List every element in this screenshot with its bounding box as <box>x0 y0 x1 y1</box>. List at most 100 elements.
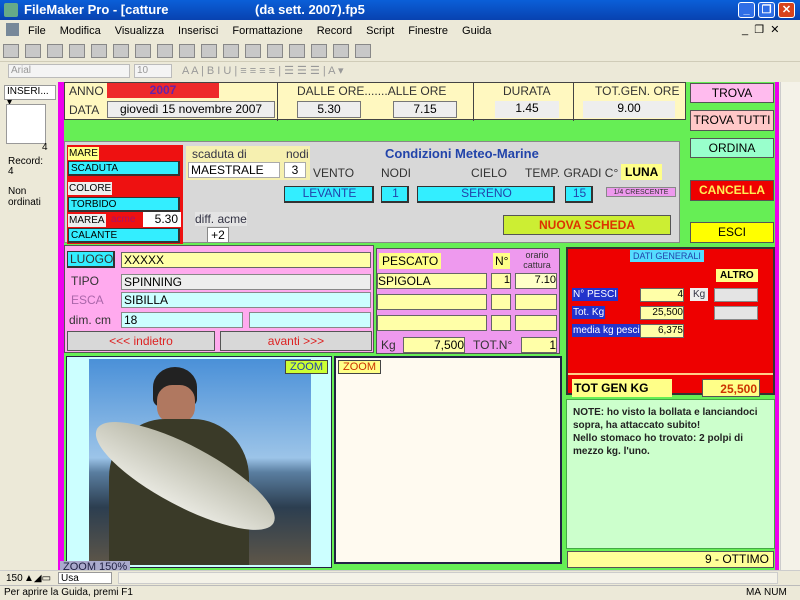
import-icon[interactable] <box>267 44 283 58</box>
menu-file[interactable]: File <box>28 25 46 37</box>
mare-field[interactable]: SCADUTA <box>68 161 180 176</box>
luna-field[interactable]: 1/4 CRESCENTE <box>606 187 676 197</box>
vertical-scrollbar[interactable] <box>780 82 800 570</box>
scaduta-box: scaduta di nodi MAESTRALE 3 <box>186 146 310 180</box>
esca-field[interactable]: SIBILLA <box>121 292 371 308</box>
n-field[interactable] <box>491 294 511 310</box>
copy-icon[interactable] <box>113 44 129 58</box>
esca-label: ESCA <box>71 293 104 307</box>
fish-photo[interactable] <box>89 359 311 565</box>
script-icon[interactable] <box>333 44 349 58</box>
scaduta-field[interactable]: MAESTRALE <box>188 162 280 178</box>
npesci-field[interactable]: 4 <box>640 288 684 302</box>
diff-acme-field[interactable]: +2 <box>207 227 229 243</box>
dalle-alle-label: DALLE ORE.......ALLE ORE <box>297 84 447 98</box>
menu-finestre[interactable]: Finestre <box>408 25 448 37</box>
totgen-field[interactable]: 25,500 <box>702 379 760 397</box>
media-field[interactable]: 6,375 <box>640 324 684 338</box>
font-select[interactable]: Arial <box>8 64 130 78</box>
new-icon[interactable] <box>3 44 19 58</box>
altro-field[interactable] <box>714 306 758 320</box>
nodi2-field[interactable]: 1 <box>381 186 409 203</box>
specie-field[interactable]: SPIGOLA <box>377 273 487 289</box>
data-field[interactable]: giovedì 15 novembre 2007 <box>107 101 275 118</box>
cut-icon[interactable] <box>91 44 107 58</box>
minimize-button[interactable]: _ <box>738 2 755 18</box>
close-button[interactable]: ✕ <box>778 2 795 18</box>
trova-tutti-button[interactable]: TROVA TUTTI <box>690 110 774 131</box>
nodi-field[interactable]: 3 <box>284 162 306 178</box>
menu-visualizza[interactable]: Visualizza <box>115 25 164 37</box>
size-select[interactable]: 10 <box>134 64 172 78</box>
temp-field[interactable]: 15 <box>565 186 593 203</box>
toolbar <box>0 40 800 62</box>
orario-field[interactable]: 7.10 <box>515 273 557 289</box>
dim-field[interactable]: 18 <box>121 312 243 328</box>
paste-icon[interactable] <box>135 44 151 58</box>
mare-box: MARE SCADUTA COLORE TORBIDO MAREA acme 5… <box>67 145 183 244</box>
trova-button[interactable]: TROVA <box>690 83 774 103</box>
export2-icon[interactable] <box>311 44 327 58</box>
nuova-scheda-button[interactable]: NUOVA SCHEDA <box>503 215 671 235</box>
mdi-controls[interactable]: _ ❐ ✕ <box>742 20 779 40</box>
altro-kg-field[interactable] <box>714 288 758 302</box>
orario-field[interactable] <box>515 315 557 331</box>
note-text[interactable]: NOTE: ho visto la bollata e lanciandoci … <box>573 406 771 458</box>
durata-field[interactable]: 1.45 <box>495 101 559 118</box>
cielo-field[interactable]: SERENO <box>417 186 555 203</box>
zoom-icons[interactable]: ▲◢▭ <box>24 573 51 584</box>
find-icon[interactable] <box>201 44 217 58</box>
menu-record[interactable]: Record <box>317 25 352 37</box>
anno-field[interactable]: 2007 <box>107 83 219 98</box>
luna-label: LUNA <box>621 164 663 180</box>
dalle-field[interactable]: 5.30 <box>297 101 361 118</box>
export-icon[interactable] <box>289 44 305 58</box>
menu-formattazione[interactable]: Formattazione <box>232 25 302 37</box>
specie-field[interactable] <box>377 294 487 310</box>
kg-field[interactable]: 7,500 <box>403 337 465 353</box>
zoom2-button[interactable]: ZOOM <box>338 360 381 374</box>
colore-field[interactable]: TORBIDO <box>68 197 180 212</box>
acme-field[interactable]: 5.30 <box>143 212 181 227</box>
avanti-button[interactable]: avanti >>> <box>220 331 372 351</box>
menu-guida[interactable]: Guida <box>462 25 491 37</box>
print-icon[interactable] <box>47 44 63 58</box>
sort-icon[interactable] <box>245 44 261 58</box>
pescato-panel: PESCATO N° orario cattura SPIGOLA 1 7.10… <box>376 248 560 354</box>
menu-script[interactable]: Script <box>366 25 394 37</box>
specie-field[interactable] <box>377 315 487 331</box>
vento-field[interactable]: LEVANTE <box>284 186 374 203</box>
esci-button[interactable]: ESCI <box>690 222 774 243</box>
alle-field[interactable]: 7.15 <box>393 101 457 118</box>
totn-field[interactable]: 1 <box>521 337 557 353</box>
rating-field[interactable]: 9 - OTTIMO <box>567 551 774 568</box>
tipo-field[interactable]: SPINNING <box>121 274 371 290</box>
tot-ore-field[interactable]: 9.00 <box>583 101 675 118</box>
orario-field[interactable] <box>515 294 557 310</box>
menu-inserisci[interactable]: Inserisci <box>178 25 218 37</box>
book-icon[interactable] <box>6 104 46 144</box>
zoom-button[interactable]: ZOOM <box>285 360 328 374</box>
record-value[interactable]: 4 <box>8 166 14 177</box>
zoom-level[interactable]: 150 <box>6 573 23 584</box>
cancella-button[interactable]: CANCELLA <box>690 180 774 201</box>
help-icon[interactable] <box>355 44 371 58</box>
maximize-button[interactable]: ❐ <box>758 2 775 18</box>
horizontal-scrollbar[interactable] <box>118 572 778 584</box>
n-field[interactable]: 1 <box>491 273 511 289</box>
view-select[interactable]: Usa <box>58 572 112 584</box>
browse-icon[interactable] <box>179 44 195 58</box>
indietro-button[interactable]: <<< indietro <box>67 331 215 351</box>
ordina-button[interactable]: ORDINA <box>690 138 774 158</box>
mode-select[interactable]: INSERI... ▾ <box>4 85 56 108</box>
undo-icon[interactable] <box>157 44 173 58</box>
layout-icon[interactable] <box>223 44 239 58</box>
n-field[interactable] <box>491 315 511 331</box>
menu-modifica[interactable]: Modifica <box>60 25 101 37</box>
marea-field[interactable]: CALANTE <box>68 228 180 243</box>
format-buttons[interactable]: A A | B I U | ≡ ≡ ≡ ≡ | ☰ ☰ ☰ | A ▾ <box>182 64 343 77</box>
luogo-field[interactable]: XXXXX <box>121 252 371 268</box>
spell-icon[interactable] <box>69 44 85 58</box>
totkg-field[interactable]: 25,500 <box>640 306 684 320</box>
open-icon[interactable] <box>25 44 41 58</box>
